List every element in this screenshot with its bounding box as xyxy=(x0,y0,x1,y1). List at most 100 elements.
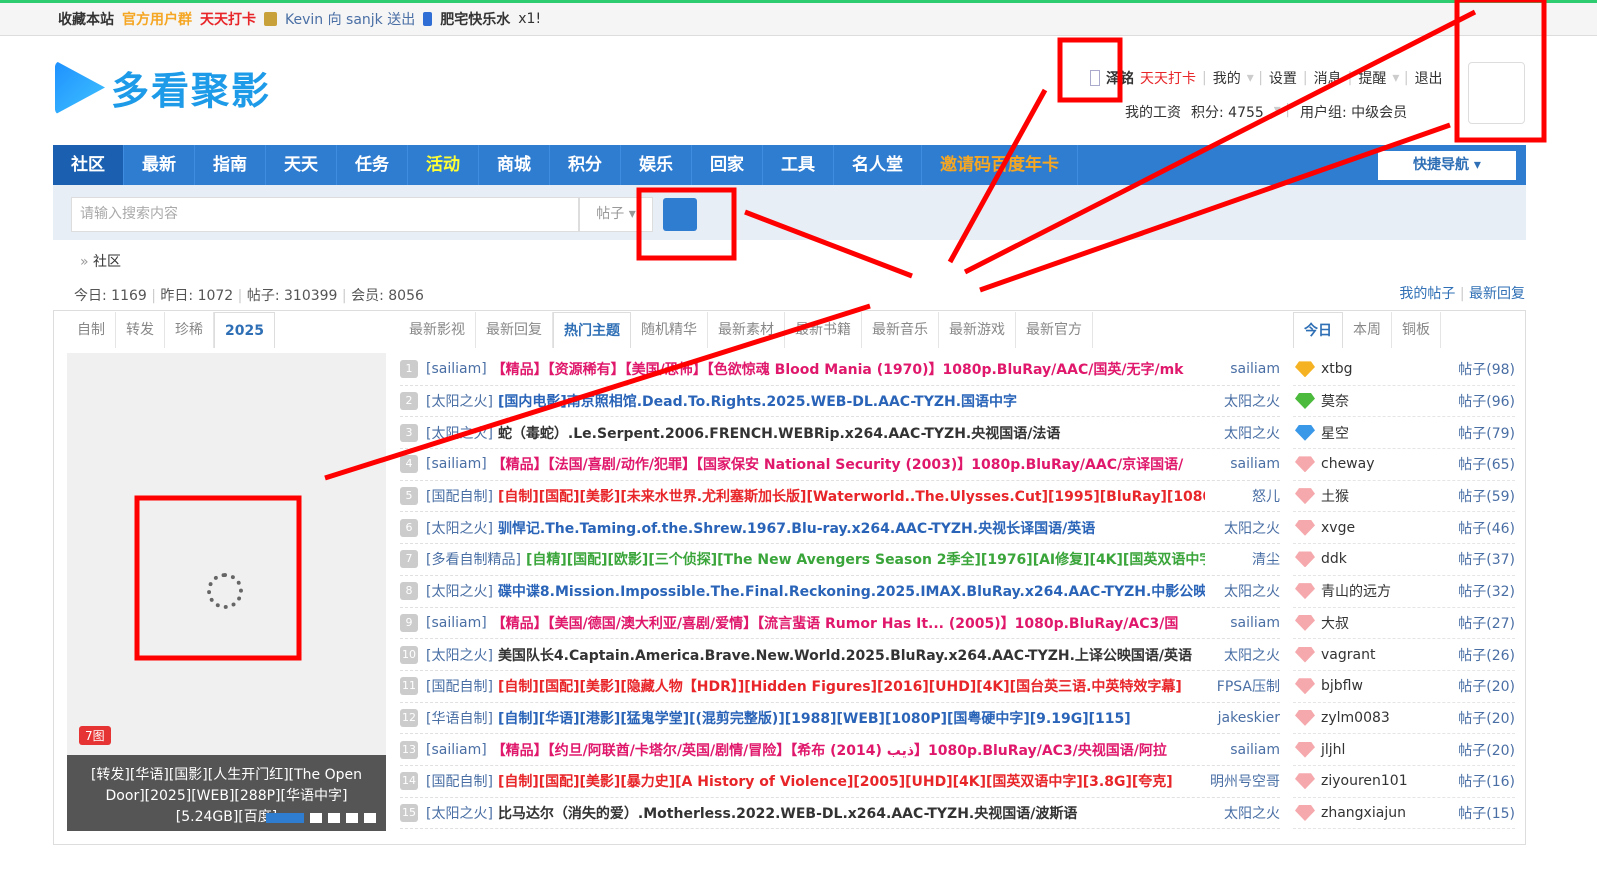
search-input[interactable]: 请输入搜索内容 xyxy=(71,197,579,232)
user-group-menu[interactable]: 用户组: 中级会员 xyxy=(1300,102,1407,122)
thread-title[interactable]: 比马达尔（消失的爱）.Motherless.2022.WEB-DL.x264.A… xyxy=(498,803,1205,823)
search-type-select[interactable]: 帖子 ▾ xyxy=(579,197,653,232)
nav-latest[interactable]: 最新 xyxy=(124,145,195,185)
user-name[interactable]: jljhl xyxy=(1321,742,1458,758)
slider-dot[interactable] xyxy=(364,813,376,823)
thread-title[interactable]: 蛇（毒蛇）.Le.Serpent.2006.FRENCH.WEBRip.x264… xyxy=(498,423,1205,443)
user-name[interactable]: ddk xyxy=(1321,551,1458,567)
tab-rare[interactable]: 珍稀 xyxy=(165,312,214,348)
thread-category[interactable]: [太阳之火] xyxy=(426,518,493,538)
thread-title[interactable]: [自制][国配][美影][未来水世界.尤利塞斯加长版][Waterworld..… xyxy=(498,486,1205,506)
nav-guide[interactable]: 指南 xyxy=(195,145,266,185)
user-name[interactable]: 土猴 xyxy=(1321,486,1458,506)
username[interactable]: 泽铭 xyxy=(1106,68,1134,88)
user-name[interactable]: xtbg xyxy=(1321,361,1458,377)
thread-category[interactable]: [太阳之火] xyxy=(426,645,493,665)
checkin-link[interactable]: 天天打卡 xyxy=(200,9,256,29)
thread-title[interactable]: 【精品】【资源稀有】【美国/恐怖】【色欲惊魂 Blood Mania (1970… xyxy=(492,359,1205,379)
thread-author[interactable]: sailiam xyxy=(1205,361,1280,377)
thread-category[interactable]: [sailiam] xyxy=(426,456,487,472)
nav-invite[interactable]: 邀请码百度年卡 xyxy=(922,145,1078,185)
user-name[interactable]: 青山的远方 xyxy=(1321,581,1458,601)
thread-category[interactable]: [sailiam] xyxy=(426,742,487,758)
thread-author[interactable]: sailiam xyxy=(1205,742,1280,758)
thread-title[interactable]: 碟中谍8.Mission.Impossible.The.Final.Reckon… xyxy=(498,581,1205,601)
user-name[interactable]: 星空 xyxy=(1321,423,1458,443)
thread-author[interactable]: FPSA压制 xyxy=(1205,676,1280,696)
tab-self-made[interactable]: 自制 xyxy=(67,312,116,348)
tab-middle[interactable]: 最新音乐 xyxy=(862,312,939,348)
user-name[interactable]: bjbflw xyxy=(1321,678,1458,694)
breadcrumb-current[interactable]: 社区 xyxy=(93,254,121,270)
search-button[interactable] xyxy=(663,198,697,231)
nav-hall-of-fame[interactable]: 名人堂 xyxy=(834,145,922,185)
nav-fun[interactable]: 娱乐 xyxy=(621,145,692,185)
my-posts-link[interactable]: 我的帖子 xyxy=(1399,286,1455,302)
user-post-count[interactable]: 帖子(79) xyxy=(1458,423,1515,443)
user-post-count[interactable]: 帖子(15) xyxy=(1458,803,1515,823)
site-logo[interactable]: 多看聚影 xyxy=(55,60,271,115)
user-name[interactable]: vagrant xyxy=(1321,647,1458,663)
thread-title[interactable]: 【精品】【法国/喜剧/动作/犯罪】【国家保安 National Security… xyxy=(492,454,1205,474)
thread-title[interactable]: [自制][国配][美影][隐藏人物【HDR】][Hidden Figures][… xyxy=(498,676,1205,696)
tab-middle[interactable]: 最新官方 xyxy=(1016,312,1093,348)
thread-category[interactable]: [国配自制] xyxy=(426,486,493,506)
thread-category[interactable]: [华语自制] xyxy=(426,708,493,728)
user-group-link[interactable]: 官方用户群 xyxy=(122,9,192,29)
user-post-count[interactable]: 帖子(26) xyxy=(1458,645,1515,665)
thread-author[interactable]: 太阳之火 xyxy=(1205,581,1280,601)
image-slider[interactable]: 7图 [转发][华语][国影][人生开门红][The Open Door][20… xyxy=(67,353,386,831)
bookmark-link[interactable]: 收藏本站 xyxy=(58,9,114,29)
messages-link[interactable]: 消息 xyxy=(1314,68,1342,88)
user-post-count[interactable]: 帖子(20) xyxy=(1458,708,1515,728)
user-post-count[interactable]: 帖子(27) xyxy=(1458,613,1515,633)
thread-author[interactable]: 明州号空哥 xyxy=(1205,771,1280,791)
thread-category[interactable]: [太阳之火] xyxy=(426,581,493,601)
slider-dot[interactable] xyxy=(310,813,322,823)
thread-author[interactable]: 太阳之火 xyxy=(1205,518,1280,538)
user-post-count[interactable]: 帖子(20) xyxy=(1458,676,1515,696)
nav-shop[interactable]: 商城 xyxy=(479,145,550,185)
tab-middle[interactable]: 最新影视 xyxy=(399,312,476,348)
slider-dot[interactable] xyxy=(346,813,358,823)
nav-community[interactable]: 社区 xyxy=(53,145,124,185)
user-name[interactable]: zhangxiajun xyxy=(1321,805,1458,821)
user-name[interactable]: cheway xyxy=(1321,456,1458,472)
settings-link[interactable]: 设置 xyxy=(1269,68,1297,88)
quick-nav-button[interactable]: 快捷导航 ▾ xyxy=(1378,151,1516,180)
thread-author[interactable]: 太阳之火 xyxy=(1205,423,1280,443)
user-post-count[interactable]: 帖子(98) xyxy=(1458,359,1515,379)
thread-category[interactable]: [太阳之火] xyxy=(426,423,493,443)
thread-title[interactable]: 驯悍记.The.Taming.of.the.Shrew.1967.Blu-ray… xyxy=(498,518,1205,538)
thread-author[interactable]: 太阳之火 xyxy=(1205,803,1280,823)
points-menu[interactable]: 积分: 4755 xyxy=(1191,102,1264,122)
tab-middle[interactable]: 热门主题 xyxy=(553,312,631,348)
tab-repost[interactable]: 转发 xyxy=(116,312,165,348)
tab-middle[interactable]: 最新回复 xyxy=(476,312,553,348)
user-post-count[interactable]: 帖子(96) xyxy=(1458,391,1515,411)
thread-category[interactable]: [国配自制] xyxy=(426,676,493,696)
nav-points[interactable]: 积分 xyxy=(550,145,621,185)
tab-2025[interactable]: 2025 xyxy=(214,312,275,348)
thread-category[interactable]: [sailiam] xyxy=(426,361,487,377)
thread-category[interactable]: [多看自制精品] xyxy=(426,549,521,569)
thread-author[interactable]: sailiam xyxy=(1205,615,1280,631)
thread-category[interactable]: [sailiam] xyxy=(426,615,487,631)
user-post-count[interactable]: 帖子(65) xyxy=(1458,454,1515,474)
user-name[interactable]: zylm0083 xyxy=(1321,710,1458,726)
user-checkin[interactable]: 天天打卡 xyxy=(1140,68,1196,88)
thread-author[interactable]: 太阳之火 xyxy=(1205,645,1280,665)
thread-title[interactable]: [自制][华语][港影][猛鬼学堂][(混剪完整版)][1988][WEB][1… xyxy=(498,708,1205,728)
thread-title[interactable]: [自制][国配][美影][暴力史][A History of Violence]… xyxy=(498,771,1205,791)
nav-home[interactable]: 回家 xyxy=(692,145,763,185)
logout-link[interactable]: 退出 xyxy=(1415,68,1443,88)
user-name[interactable]: 大叔 xyxy=(1321,613,1458,633)
reminders-menu[interactable]: 提醒 xyxy=(1358,68,1386,88)
user-post-count[interactable]: 帖子(20) xyxy=(1458,740,1515,760)
nav-activity[interactable]: 活动 xyxy=(408,145,479,185)
thread-title[interactable]: 【精品】【约旦/阿联酋/卡塔尔/英国/剧情/冒险】【希布 (2014) ذيب】… xyxy=(492,740,1205,760)
nav-tasks[interactable]: 任务 xyxy=(337,145,408,185)
user-post-count[interactable]: 帖子(32) xyxy=(1458,581,1515,601)
thread-title[interactable]: [国内电影]南京照相馆.Dead.To.Rights.2025.WEB-DL.A… xyxy=(498,391,1205,411)
thread-category[interactable]: [太阳之火] xyxy=(426,391,493,411)
